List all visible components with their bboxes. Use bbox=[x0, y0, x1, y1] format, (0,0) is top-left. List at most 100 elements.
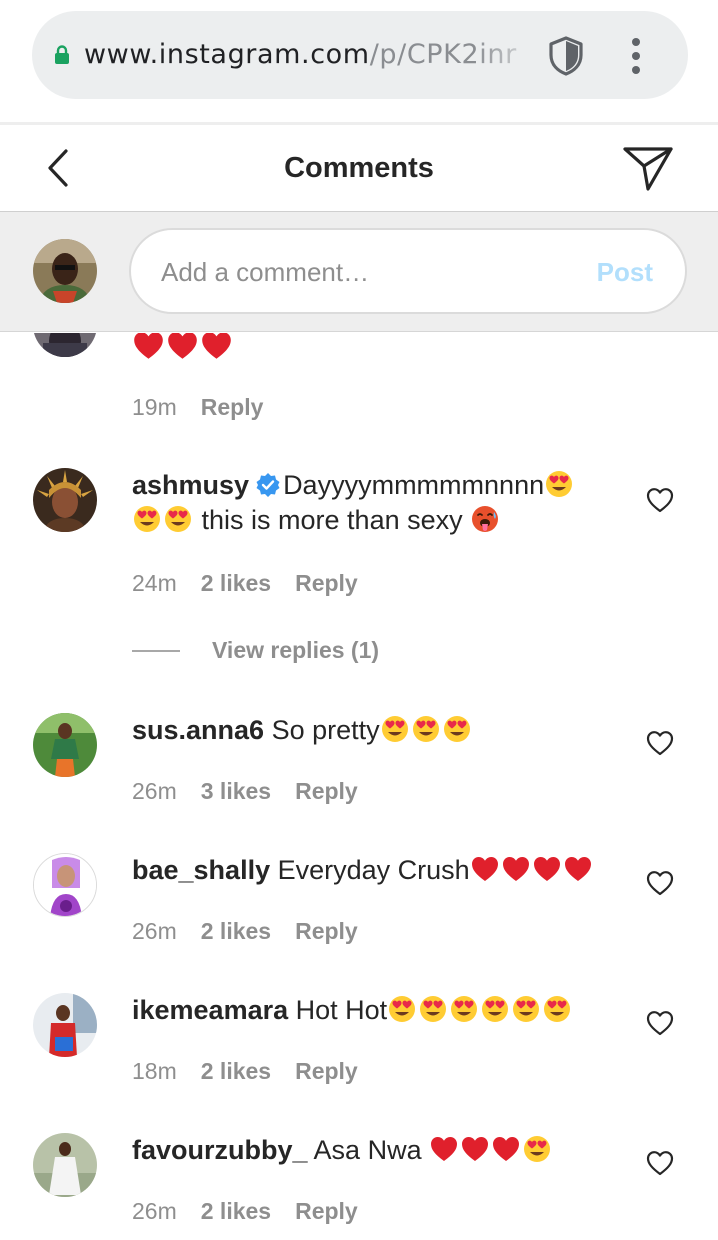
like-heart-icon[interactable] bbox=[646, 487, 674, 513]
red-heart-icon bbox=[493, 1137, 520, 1161]
emoji-group bbox=[470, 855, 594, 885]
red-heart-icon bbox=[533, 857, 560, 881]
emoji-group bbox=[387, 995, 573, 1025]
comment-meta: 26m 3 likes Reply bbox=[132, 776, 382, 806]
comment-meta: 18m 2 likes Reply bbox=[132, 1056, 382, 1086]
reply-button[interactable]: Reply bbox=[295, 570, 358, 596]
comment-body: Asa Nwa bbox=[313, 1135, 422, 1165]
reply-button[interactable]: Reply bbox=[295, 1198, 358, 1224]
comment-username[interactable]: favourzubby_ bbox=[132, 1135, 308, 1165]
url-path: /p/CPK2inr bbox=[369, 39, 517, 70]
comment-time: 24m bbox=[132, 570, 177, 596]
comment-meta: 26m 2 likes Reply bbox=[132, 1196, 382, 1226]
comment-text: ikemeamara Hot Hot bbox=[132, 993, 612, 1028]
emoji-line bbox=[132, 333, 234, 363]
red-heart-icon bbox=[471, 857, 498, 881]
lock-icon bbox=[55, 45, 69, 64]
comment-time: 26m bbox=[132, 918, 177, 944]
reply-button[interactable]: Reply bbox=[295, 778, 358, 804]
comment-text: sus.anna6 So pretty bbox=[132, 713, 612, 748]
comment-text: ashmusy Dayyyymmmmmnnnn this is more tha… bbox=[132, 468, 612, 538]
like-heart-icon[interactable] bbox=[646, 1150, 674, 1176]
heart-eyes-icon bbox=[381, 716, 408, 742]
heart-eyes-icon bbox=[544, 996, 571, 1022]
red-heart-icon bbox=[502, 857, 529, 881]
heart-eyes-icon bbox=[443, 716, 470, 742]
direct-send-icon[interactable] bbox=[620, 141, 676, 195]
red-heart-icon bbox=[564, 857, 591, 881]
url-text[interactable]: www.instagram.com/p/CPK2inr bbox=[84, 35, 544, 75]
comment-meta: 26m 2 likes Reply bbox=[132, 916, 382, 946]
comment-text: bae_shally Everyday Crush bbox=[132, 853, 612, 888]
red-heart-icon bbox=[431, 1137, 458, 1161]
comment-text bbox=[132, 333, 612, 366]
comment-time: 26m bbox=[132, 778, 177, 804]
current-user-avatar bbox=[33, 239, 97, 303]
comment-body: So pretty bbox=[271, 715, 380, 745]
likes-count[interactable]: 2 likes bbox=[201, 570, 271, 596]
emoji-group bbox=[429, 1135, 553, 1165]
heart-eyes-icon bbox=[451, 996, 478, 1022]
comment-body: Hot Hot bbox=[295, 995, 388, 1025]
comment-username[interactable]: sus.anna6 bbox=[132, 715, 264, 745]
page-title: Comments bbox=[284, 152, 434, 184]
url-host: www.instagram.com bbox=[84, 39, 370, 70]
reply-button[interactable]: Reply bbox=[295, 1058, 358, 1084]
browser-toolbar: www.instagram.com/p/CPK2inr bbox=[0, 0, 718, 122]
avatar[interactable] bbox=[33, 468, 97, 532]
comment-username[interactable]: ikemeamara bbox=[132, 995, 288, 1025]
red-heart-icon bbox=[462, 1137, 489, 1161]
comment-input[interactable] bbox=[161, 250, 581, 294]
red-heart-icon bbox=[202, 333, 231, 359]
likes-count[interactable]: 3 likes bbox=[201, 778, 271, 804]
emoji-group bbox=[132, 505, 194, 535]
likes-count[interactable]: 2 likes bbox=[201, 1058, 271, 1084]
comment-time: 19m bbox=[132, 394, 177, 420]
emoji-group bbox=[544, 470, 575, 500]
heart-eyes-icon bbox=[165, 506, 191, 532]
address-bar[interactable]: www.instagram.com/p/CPK2inr bbox=[32, 11, 688, 99]
comments-header: Comments bbox=[0, 125, 718, 211]
comment-username[interactable]: bae_shally bbox=[132, 855, 270, 885]
heart-eyes-icon bbox=[482, 996, 509, 1022]
like-heart-icon[interactable] bbox=[646, 1010, 674, 1036]
comment-meta: 19m Reply bbox=[132, 392, 287, 422]
comment-composer: Post bbox=[0, 212, 718, 332]
view-replies-label: View replies (1) bbox=[212, 637, 380, 663]
comment-username[interactable]: ashmusy bbox=[132, 470, 249, 500]
avatar[interactable] bbox=[33, 853, 97, 917]
comment-meta: 24m 2 likes Reply bbox=[132, 568, 382, 598]
comment-time: 18m bbox=[132, 1058, 177, 1084]
avatar[interactable] bbox=[33, 1133, 97, 1197]
hot-face-icon bbox=[472, 506, 499, 532]
red-heart-icon bbox=[168, 333, 197, 359]
like-heart-icon[interactable] bbox=[646, 730, 674, 756]
likes-count[interactable]: 2 likes bbox=[201, 918, 271, 944]
post-button[interactable]: Post bbox=[597, 252, 653, 292]
comment-text: favourzubby_ Asa Nwa bbox=[132, 1133, 612, 1168]
avatar[interactable] bbox=[33, 993, 97, 1057]
reply-button[interactable]: Reply bbox=[295, 918, 358, 944]
like-heart-icon[interactable] bbox=[646, 870, 674, 896]
comment-body: Dayyyymmmmmnnnn bbox=[283, 470, 545, 500]
heart-eyes-icon bbox=[513, 996, 540, 1022]
comment-time: 26m bbox=[132, 1198, 177, 1224]
heart-eyes-icon bbox=[524, 1136, 551, 1162]
heart-eyes-icon bbox=[412, 716, 439, 742]
heart-eyes-icon bbox=[389, 996, 416, 1022]
shield-icon[interactable] bbox=[546, 35, 586, 77]
red-heart-icon bbox=[134, 333, 163, 359]
verified-badge-icon bbox=[256, 473, 280, 497]
heart-eyes-icon bbox=[546, 471, 573, 497]
emoji-group bbox=[380, 715, 473, 745]
comment-input-field[interactable]: Post bbox=[129, 228, 687, 314]
comments-list: 19m Reply ashmusy Dayyyymmmmmnnnn this is… bbox=[0, 333, 718, 1240]
reply-button[interactable]: Reply bbox=[201, 394, 264, 420]
comment-body: Everyday Crush bbox=[277, 855, 470, 885]
avatar[interactable] bbox=[33, 713, 97, 777]
heart-eyes-icon bbox=[134, 506, 160, 532]
likes-count[interactable]: 2 likes bbox=[201, 1198, 271, 1224]
more-menu-icon[interactable] bbox=[626, 37, 646, 75]
replies-line bbox=[132, 650, 180, 652]
avatar[interactable] bbox=[33, 333, 97, 357]
